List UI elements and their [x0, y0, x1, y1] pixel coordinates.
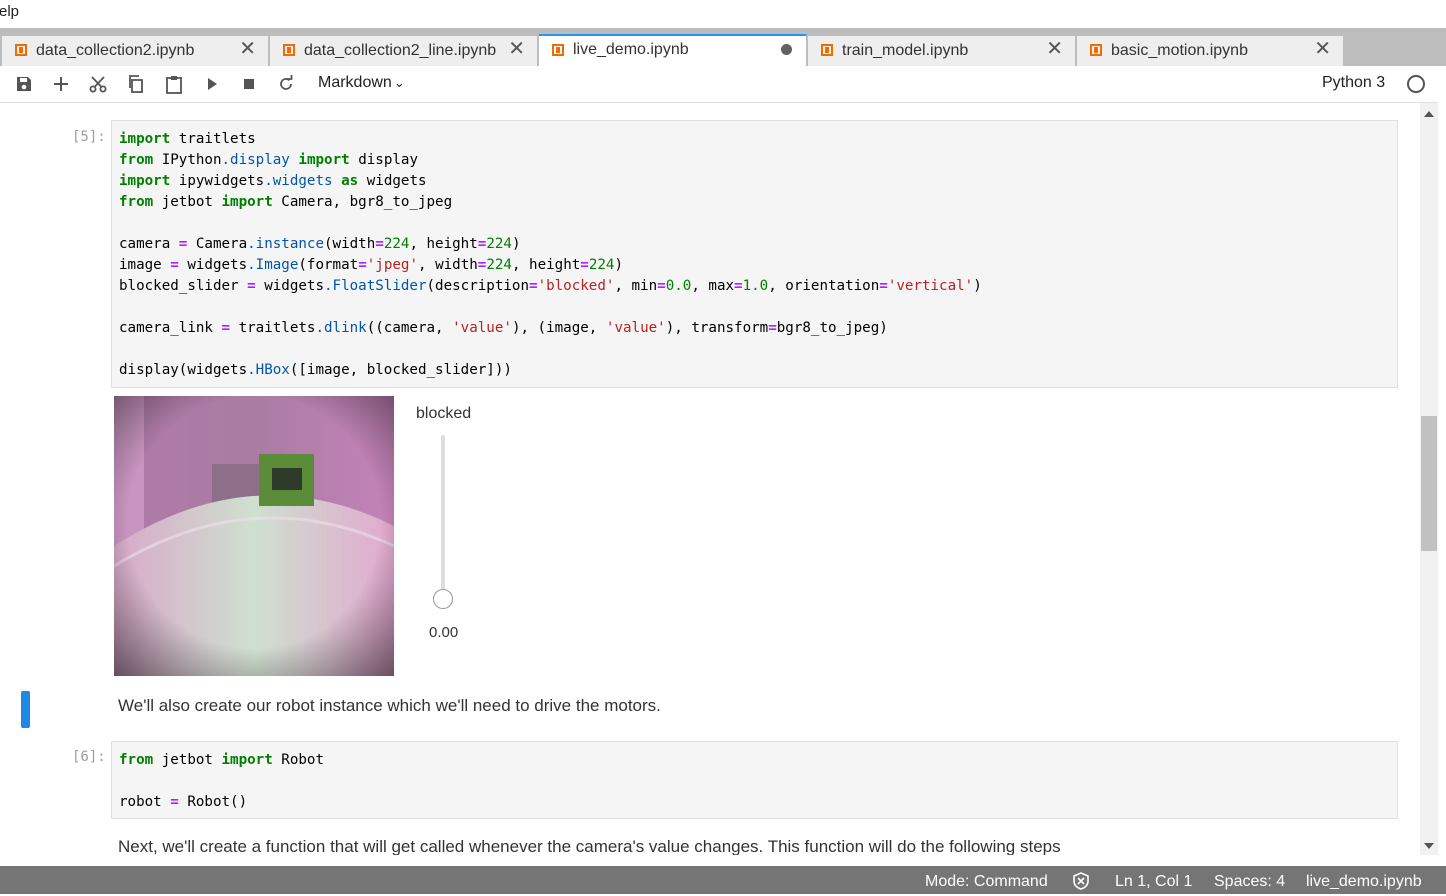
slider-label: blocked: [416, 405, 472, 422]
scroll-up-icon[interactable]: [1424, 111, 1434, 117]
stop-icon[interactable]: [239, 74, 259, 94]
add-icon[interactable]: [51, 74, 71, 94]
run-icon[interactable]: [202, 74, 222, 94]
status-mode[interactable]: Mode: Command: [925, 873, 1048, 891]
save-icon[interactable]: [14, 74, 34, 94]
menu-help-fragment[interactable]: elp: [0, 0, 19, 24]
kernel-name[interactable]: Python 3: [1322, 74, 1385, 92]
notebook-toolbar: Markdown ⌄ Python 3: [0, 66, 1438, 103]
active-cell-indicator: [21, 691, 30, 728]
code-cell-6[interactable]: from jetbot import Robot robot = Robot(): [111, 741, 1398, 819]
close-icon[interactable]: ✕: [1314, 39, 1331, 59]
notebook-panel[interactable]: [5]: import traitlets from IPython.displ…: [0, 103, 1420, 855]
slider-value: 0.00: [429, 624, 459, 641]
tab-label: data_collection2.ipynb: [36, 42, 195, 59]
unsaved-dot-icon[interactable]: [781, 44, 792, 55]
close-icon[interactable]: ✕: [1046, 39, 1063, 59]
cell-type-select[interactable]: Markdown ⌄: [318, 74, 405, 92]
camera-image: [114, 396, 394, 676]
trusted-shield-icon[interactable]: [1071, 871, 1091, 896]
cell-prompt: [5]:: [72, 129, 106, 145]
notebook-icon: [1090, 44, 1102, 56]
kernel-status-icon: [1407, 75, 1425, 93]
menu-bar: elp: [0, 0, 1446, 28]
vertical-scrollbar[interactable]: [1420, 103, 1438, 855]
tab-data-collection2[interactable]: data_collection2.ipynb ✕: [2, 36, 269, 66]
paste-icon[interactable]: [164, 74, 184, 94]
tab-data-collection2-line[interactable]: data_collection2_line.ipynb ✕: [270, 36, 538, 66]
tab-live-demo[interactable]: live_demo.ipynb: [539, 34, 807, 66]
chevron-down-icon: ⌄: [393, 75, 405, 90]
status-cursor-position[interactable]: Ln 1, Col 1: [1115, 873, 1192, 891]
tab-train-model[interactable]: train_model.ipynb ✕: [808, 36, 1076, 66]
status-file: live_demo.ipynb: [1306, 873, 1422, 890]
tab-bar: data_collection2.ipynb ✕ data_collection…: [0, 28, 1446, 66]
cell-prompt: [6]:: [72, 749, 106, 765]
notebook-icon: [283, 44, 295, 56]
restart-icon[interactable]: [276, 74, 296, 94]
notebook-icon: [552, 44, 564, 56]
copy-icon[interactable]: [126, 74, 146, 94]
markdown-cell-text[interactable]: Next, we'll create a function that will …: [118, 837, 1061, 855]
cell-type-label: Markdown: [318, 74, 392, 91]
status-bar: Mode: Command Ln 1, Col 1 Spaces: 4 live…: [0, 866, 1446, 894]
scroll-down-icon[interactable]: [1424, 843, 1434, 849]
code-editor[interactable]: from jetbot import Robot robot = Robot(): [112, 742, 1397, 821]
tab-label: live_demo.ipynb: [573, 41, 689, 58]
slider-handle[interactable]: [433, 589, 453, 609]
status-spaces[interactable]: Spaces: 4: [1214, 873, 1285, 891]
scroll-thumb[interactable]: [1421, 416, 1437, 551]
tab-label: train_model.ipynb: [842, 42, 969, 59]
slider-track[interactable]: [441, 435, 445, 599]
notebook-icon: [821, 44, 833, 56]
close-icon[interactable]: ✕: [508, 39, 525, 59]
markdown-cell-text[interactable]: We'll also create our robot instance whi…: [118, 696, 661, 716]
tab-basic-motion[interactable]: basic_motion.ipynb ✕: [1077, 36, 1344, 66]
notebook-icon: [15, 44, 27, 56]
tab-label: data_collection2_line.ipynb: [304, 42, 497, 59]
code-cell-5[interactable]: import traitlets from IPython.display im…: [111, 120, 1398, 388]
close-icon[interactable]: ✕: [239, 39, 256, 59]
code-editor[interactable]: import traitlets from IPython.display im…: [112, 121, 1397, 389]
tab-label: basic_motion.ipynb: [1111, 42, 1248, 59]
cut-icon[interactable]: [88, 74, 108, 94]
